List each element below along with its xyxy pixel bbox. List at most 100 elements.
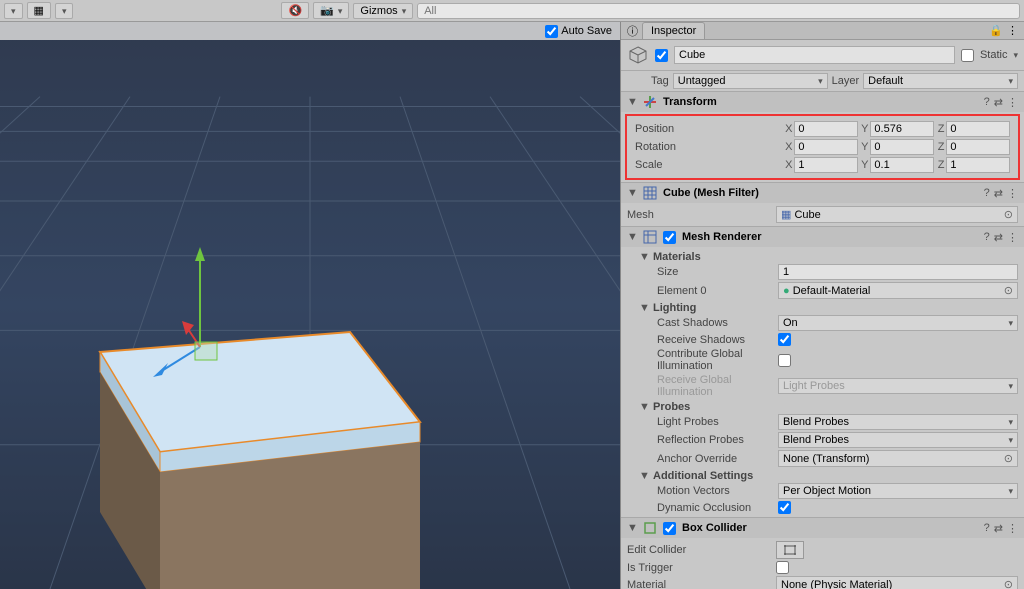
fold-icon[interactable]: ▼ — [627, 231, 637, 243]
size-field[interactable] — [778, 264, 1018, 280]
mesh-renderer-icon — [643, 230, 657, 244]
object-picker-icon[interactable]: ⊙ — [1004, 452, 1013, 465]
mesh-filter-header[interactable]: ▼ Cube (Mesh Filter) ?⇄⋮ — [621, 183, 1024, 203]
anchor-override-row: Anchor Override None (Transform)⊙ — [621, 449, 1024, 468]
object-picker-icon[interactable]: ⊙ — [1004, 578, 1013, 589]
object-name-field[interactable] — [674, 46, 955, 64]
move-gizmo[interactable] — [150, 247, 270, 387]
motion-vectors-dropdown[interactable]: Per Object Motion — [778, 483, 1018, 499]
reflection-probes-dropdown[interactable]: Blend Probes — [778, 432, 1018, 448]
dropdown-button[interactable] — [4, 3, 23, 19]
motion-vectors-label: Motion Vectors — [657, 485, 774, 497]
preset-icon[interactable]: ⇄ — [994, 96, 1003, 109]
contribute-gi-checkbox[interactable] — [778, 354, 791, 367]
search-input[interactable] — [417, 3, 1020, 19]
additional-foldout[interactable]: ▼Additional Settings — [621, 468, 1024, 482]
toolbar-button-camera[interactable]: 📷 — [313, 2, 349, 19]
layer-dropdown[interactable]: Default — [863, 73, 1018, 89]
element0-label: Element 0 — [657, 285, 774, 297]
cube-icon[interactable] — [627, 44, 649, 66]
materials-foldout[interactable]: ▼Materials — [621, 249, 1024, 263]
box-collider-header[interactable]: ▼ Box Collider ? ⇄ ⋮ — [621, 518, 1024, 538]
transform-icon — [643, 95, 657, 109]
scene-toolbar: ▦ 🔇 📷 Gizmos — [0, 0, 1024, 22]
mesh-row: Mesh ▦ Cube⊙ — [621, 205, 1024, 224]
anchor-override-label: Anchor Override — [657, 453, 774, 465]
scale-y[interactable] — [870, 157, 934, 173]
position-z[interactable] — [946, 121, 1010, 137]
mesh-filter-component: ▼ Cube (Mesh Filter) ?⇄⋮ Mesh ▦ Cube⊙ — [621, 182, 1024, 226]
material-label: Material — [627, 579, 772, 589]
probes-foldout[interactable]: ▼Probes — [621, 399, 1024, 413]
tag-dropdown[interactable]: Untagged — [673, 73, 828, 89]
edit-collider-label: Edit Collider — [627, 544, 772, 556]
fold-icon[interactable]: ▼ — [627, 96, 637, 108]
lock-icon[interactable]: 🔒 — [989, 24, 1003, 37]
toolbar-button-audio[interactable]: 🔇 — [281, 2, 309, 19]
position-x[interactable] — [794, 121, 858, 137]
toolbar-button-2d[interactable]: ▦ — [27, 2, 51, 19]
anchor-override-field[interactable]: None (Transform)⊙ — [778, 450, 1018, 467]
menu-icon[interactable]: ⋮ — [1007, 96, 1018, 109]
rotation-x[interactable] — [794, 139, 858, 155]
receive-shadows-checkbox[interactable] — [778, 333, 791, 346]
tag-layer-row: Tag Untagged Layer Default — [621, 71, 1024, 91]
menu-icon[interactable]: ⋮ — [1007, 187, 1018, 200]
static-dropdown[interactable] — [1013, 49, 1018, 61]
element0-field[interactable]: ● Default-Material⊙ — [778, 282, 1018, 299]
fold-icon[interactable]: ▼ — [627, 187, 637, 199]
rotation-y[interactable] — [870, 139, 934, 155]
static-label: Static — [980, 49, 1008, 61]
help-icon[interactable]: ? — [984, 96, 990, 109]
scene-view[interactable]: Auto Save — [0, 22, 620, 589]
material-field[interactable]: None (Physic Material)⊙ — [776, 576, 1018, 589]
preset-icon[interactable]: ⇄ — [994, 187, 1003, 200]
gizmos-dropdown[interactable]: Gizmos — [353, 3, 413, 19]
is-trigger-row: Is Trigger — [621, 560, 1024, 575]
mesh-filter-icon — [643, 186, 657, 200]
cast-shadows-row: Cast Shadows On — [621, 314, 1024, 332]
transform-component: ▼ Transform ?⇄⋮ Position X Y Z Rotation — [621, 91, 1024, 182]
mesh-field[interactable]: ▦ Cube⊙ — [776, 206, 1018, 223]
reflection-probes-label: Reflection Probes — [657, 434, 774, 446]
box-collider-enabled[interactable] — [663, 522, 676, 535]
menu-icon[interactable]: ⋮ — [1007, 522, 1018, 535]
inspector-tab[interactable]: Inspector — [642, 22, 705, 39]
mesh-label: Mesh — [627, 209, 772, 221]
lighting-foldout[interactable]: ▼Lighting — [621, 300, 1024, 314]
menu-icon[interactable]: ⋮ — [1007, 231, 1018, 244]
help-icon[interactable]: ? — [984, 231, 990, 244]
object-picker-icon[interactable]: ⊙ — [1004, 284, 1013, 297]
dynamic-occlusion-checkbox[interactable] — [778, 501, 791, 514]
mesh-renderer-header[interactable]: ▼ Mesh Renderer ?⇄⋮ — [621, 227, 1024, 247]
position-y[interactable] — [870, 121, 934, 137]
material-row: Material None (Physic Material)⊙ — [621, 575, 1024, 589]
layer-label: Layer — [832, 75, 860, 87]
scale-z[interactable] — [946, 157, 1010, 173]
menu-icon[interactable]: ⋮ — [1007, 24, 1018, 37]
preset-icon[interactable]: ⇄ — [994, 231, 1003, 244]
is-trigger-checkbox[interactable] — [776, 561, 789, 574]
toolbar-button-light[interactable] — [55, 3, 74, 19]
contribute-gi-row: Contribute Global Illumination — [621, 347, 1024, 373]
active-checkbox[interactable] — [655, 49, 668, 62]
size-label: Size — [657, 266, 774, 278]
static-checkbox[interactable] — [961, 49, 974, 62]
box-collider-title: Box Collider — [682, 522, 978, 534]
transform-header[interactable]: ▼ Transform ?⇄⋮ — [621, 92, 1024, 112]
light-probes-dropdown[interactable]: Blend Probes — [778, 414, 1018, 430]
scale-x[interactable] — [794, 157, 858, 173]
help-icon[interactable]: ? — [984, 187, 990, 200]
help-icon[interactable]: ? — [984, 522, 990, 535]
cast-shadows-dropdown[interactable]: On — [778, 315, 1018, 331]
mesh-renderer-enabled[interactable] — [663, 231, 676, 244]
scale-label: Scale — [635, 159, 780, 171]
light-probes-row: Light Probes Blend Probes — [621, 413, 1024, 431]
edit-collider-button[interactable] — [776, 541, 804, 559]
rotation-z[interactable] — [946, 139, 1010, 155]
fold-icon[interactable]: ▼ — [627, 522, 637, 534]
receive-gi-dropdown: Light Probes — [778, 378, 1018, 394]
object-picker-icon[interactable]: ⊙ — [1004, 208, 1013, 221]
gizmos-label: Gizmos — [360, 5, 397, 17]
preset-icon[interactable]: ⇄ — [994, 522, 1003, 535]
